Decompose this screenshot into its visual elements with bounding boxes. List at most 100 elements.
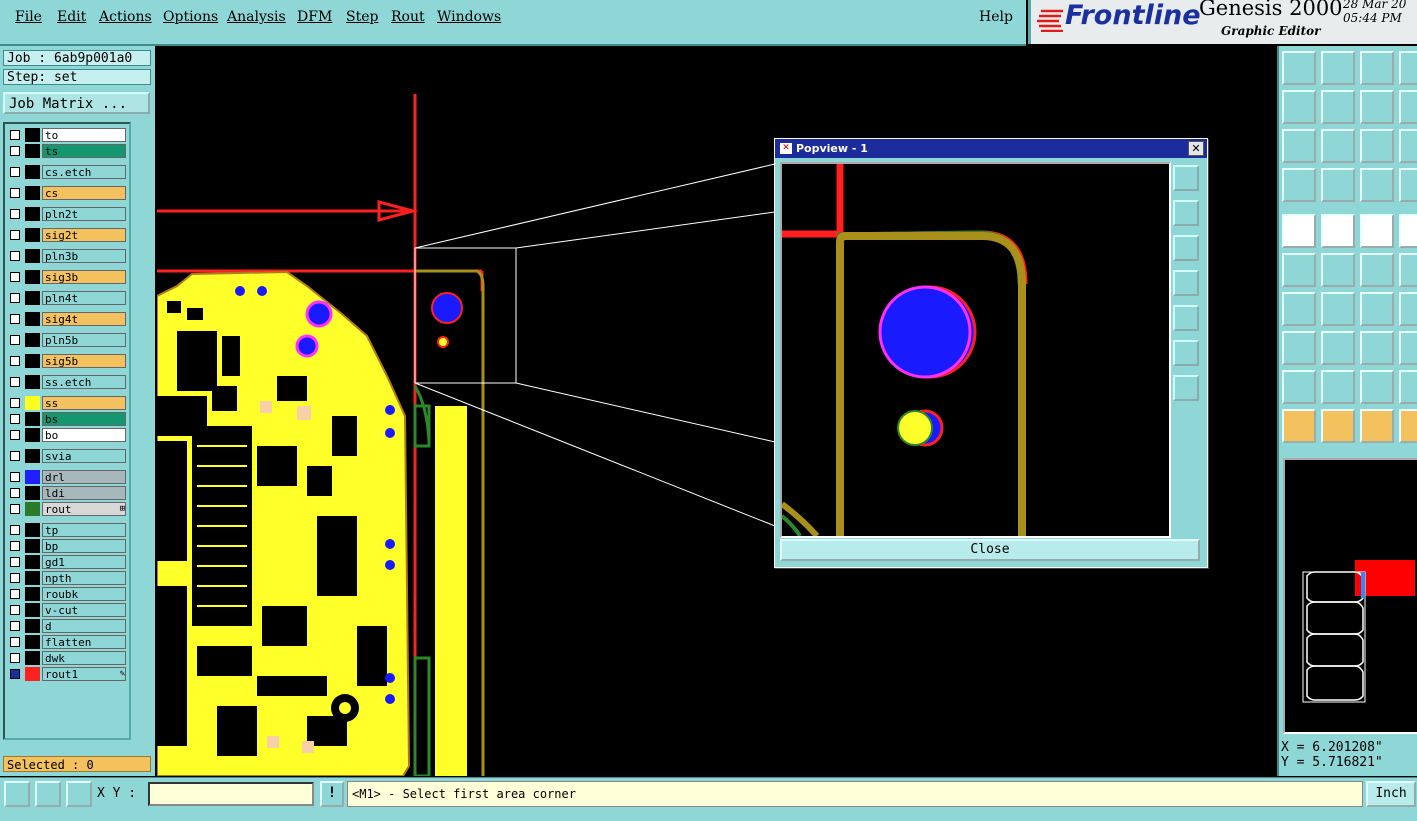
layer-row[interactable]: bo bbox=[7, 428, 127, 442]
layer-row[interactable]: ss.etch bbox=[7, 375, 127, 389]
layer-name[interactable]: svia bbox=[42, 449, 126, 463]
swap-icon[interactable] bbox=[1360, 90, 1394, 124]
layer-row[interactable]: roubk bbox=[7, 587, 127, 601]
save-icon[interactable] bbox=[1321, 51, 1355, 85]
layer-checkbox[interactable] bbox=[10, 621, 20, 631]
popview-canvas[interactable] bbox=[780, 162, 1171, 538]
layer-checkbox[interactable] bbox=[10, 488, 20, 498]
layer-checkbox[interactable] bbox=[10, 130, 20, 140]
pointer2-icon[interactable] bbox=[1321, 409, 1355, 443]
layer-checkbox[interactable] bbox=[10, 472, 20, 482]
layer-name[interactable]: pln2t bbox=[42, 207, 126, 221]
zoom-in-icon[interactable] bbox=[1173, 340, 1199, 366]
pan-up-icon[interactable] bbox=[1173, 200, 1199, 226]
layer-checkbox[interactable] bbox=[10, 541, 20, 551]
home-icon[interactable] bbox=[1360, 51, 1394, 85]
layer-name[interactable]: tp bbox=[42, 523, 126, 537]
layer-name[interactable]: rout1 bbox=[42, 667, 126, 681]
layer-row[interactable]: rout ⊞ bbox=[7, 502, 127, 516]
layer-name[interactable]: roubk bbox=[42, 587, 126, 601]
layer-row[interactable]: pln3b bbox=[7, 249, 127, 263]
layer-row[interactable]: ldi bbox=[7, 486, 127, 500]
layer-checkbox[interactable] bbox=[10, 573, 20, 583]
units-button[interactable]: Inch bbox=[1366, 781, 1416, 807]
triangle-icon[interactable] bbox=[1282, 370, 1316, 404]
zoom-fit-icon[interactable] bbox=[1173, 165, 1199, 191]
measure-icon[interactable] bbox=[35, 781, 61, 807]
pointer4-icon[interactable] bbox=[1399, 409, 1417, 443]
popview-titlebar[interactable]: ✕ Popview - 1 ✕ bbox=[775, 139, 1207, 158]
layer-row[interactable]: svia bbox=[7, 449, 127, 463]
pad-icon[interactable] bbox=[1282, 214, 1316, 248]
delete-icon[interactable] bbox=[1321, 253, 1355, 287]
extra-icon[interactable] bbox=[1399, 253, 1417, 287]
layer-checkbox[interactable] bbox=[10, 525, 20, 535]
layer-checkbox[interactable] bbox=[10, 335, 20, 345]
menu-edit[interactable]: Edit bbox=[57, 9, 86, 25]
layer-row[interactable]: d bbox=[7, 619, 127, 633]
layer-checkbox[interactable] bbox=[10, 188, 20, 198]
layer-name[interactable]: bs bbox=[42, 412, 126, 426]
dimension-icon[interactable] bbox=[1360, 331, 1394, 365]
menu-file[interactable]: File bbox=[15, 9, 42, 25]
layer-row[interactable]: bs bbox=[7, 412, 127, 426]
menu-help[interactable]: Help bbox=[979, 9, 1013, 25]
scale-icon[interactable] bbox=[1360, 129, 1394, 163]
layer-name[interactable]: rout bbox=[42, 502, 126, 516]
layer-row[interactable]: drl bbox=[7, 470, 127, 484]
layer-checkbox[interactable] bbox=[10, 637, 20, 647]
layer-checkbox[interactable] bbox=[10, 272, 20, 282]
layer-name[interactable]: v-cut bbox=[42, 603, 126, 617]
layer-name[interactable]: ts bbox=[42, 144, 126, 158]
layer-name[interactable]: sig5b bbox=[42, 354, 126, 368]
list-icon[interactable] bbox=[1399, 214, 1417, 248]
layer-name[interactable]: drl bbox=[42, 470, 126, 484]
layer-row[interactable]: to bbox=[7, 128, 127, 142]
overview-map[interactable] bbox=[1283, 458, 1417, 734]
center-icon[interactable] bbox=[1321, 129, 1355, 163]
layer-checkbox[interactable] bbox=[10, 230, 20, 240]
grid-snap-icon[interactable] bbox=[66, 781, 92, 807]
draw-icon[interactable] bbox=[1321, 214, 1355, 248]
layer-checkbox[interactable] bbox=[10, 504, 20, 514]
layer-name[interactable]: to bbox=[42, 128, 126, 142]
layer-name[interactable]: bo bbox=[42, 428, 126, 442]
tri4-icon[interactable] bbox=[1399, 370, 1417, 404]
layer-row[interactable]: tp bbox=[7, 523, 127, 537]
layer-checkbox[interactable] bbox=[10, 293, 20, 303]
layer-name[interactable]: flatten bbox=[42, 635, 126, 649]
pan-right-icon[interactable] bbox=[1173, 305, 1199, 331]
layer-row[interactable]: flatten bbox=[7, 635, 127, 649]
layer-row[interactable]: cs.etch bbox=[7, 165, 127, 179]
layer-row[interactable]: ts bbox=[7, 144, 127, 158]
layers-icon[interactable] bbox=[1360, 168, 1394, 202]
rotate-icon[interactable] bbox=[1360, 292, 1394, 326]
snap-right-icon[interactable] bbox=[1321, 90, 1355, 124]
menu-rout[interactable]: Rout bbox=[391, 9, 425, 25]
popview-close-button[interactable]: Close bbox=[780, 539, 1200, 561]
pan-down-icon[interactable] bbox=[1173, 235, 1199, 261]
tri2-icon[interactable] bbox=[1321, 370, 1355, 404]
layer-name[interactable]: sig3b bbox=[42, 270, 126, 284]
layer-checkbox[interactable] bbox=[10, 414, 20, 424]
layer-checkbox[interactable] bbox=[10, 557, 20, 567]
tri3-icon[interactable] bbox=[1360, 370, 1394, 404]
menu-step[interactable]: Step bbox=[346, 9, 378, 25]
layer-row[interactable]: npth bbox=[7, 571, 127, 585]
alert-button[interactable]: ! bbox=[320, 781, 344, 807]
layer-row[interactable]: sig3b bbox=[7, 270, 127, 284]
layer-checkbox[interactable] bbox=[10, 209, 20, 219]
layer-name[interactable]: cs.etch bbox=[42, 165, 126, 179]
pan-left-icon[interactable] bbox=[1173, 270, 1199, 296]
layer-row[interactable]: dwk bbox=[7, 651, 127, 665]
resize-icon[interactable] bbox=[1399, 331, 1417, 365]
layer-name[interactable]: pln5b bbox=[42, 333, 126, 347]
layer-row[interactable]: pln4t bbox=[7, 291, 127, 305]
layer-row[interactable]: cs bbox=[7, 186, 127, 200]
mirror-icon[interactable] bbox=[1399, 292, 1417, 326]
layer-checkbox[interactable] bbox=[10, 451, 20, 461]
stack-icon[interactable] bbox=[1399, 90, 1417, 124]
layer-checkbox[interactable] bbox=[10, 398, 20, 408]
job-matrix-button[interactable]: Job Matrix ... bbox=[3, 92, 150, 114]
layer-name[interactable]: dwk bbox=[42, 651, 126, 665]
